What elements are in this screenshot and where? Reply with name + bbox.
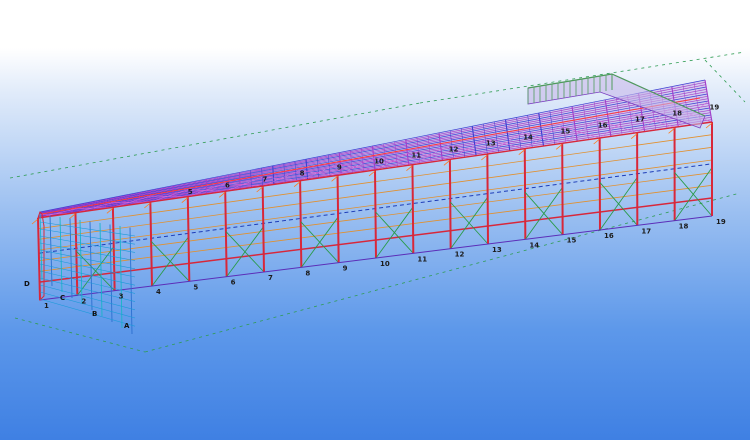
front-axis-label: 7 <box>268 274 273 282</box>
side-axis-label: A <box>124 322 130 330</box>
roof-axis-label: 14 <box>523 133 533 141</box>
front-axis-label: 16 <box>604 232 614 240</box>
roof-axis-label: 7 <box>262 176 267 184</box>
front-axis-label: 8 <box>305 269 310 277</box>
roof-axis-label: 13 <box>486 140 496 148</box>
roof-axis-label: 11 <box>411 152 421 160</box>
roof-axis-label: 18 <box>672 109 682 117</box>
front-axis-label: 2 <box>81 297 86 305</box>
model-viewport[interactable]: 1 2 3 4 5 6 7 8 9 10 11 12 13 14 15 16 17 18 19 5 6 7 8 9 10 11 1… <box>0 0 750 440</box>
structure-group <box>31 73 713 335</box>
roof-axis-label: 9 <box>337 164 342 172</box>
front-axis-label: 3 <box>119 293 124 301</box>
roof-axis-label: 17 <box>635 115 645 123</box>
front-axis-label: 12 <box>455 251 465 259</box>
roof-axis-label: 12 <box>449 146 459 154</box>
roof-ridge <box>41 97 701 215</box>
front-axis-label: 18 <box>679 223 689 231</box>
steel-frame-model: 12345678910111213141516171819 5678910111… <box>9 51 746 353</box>
front-axis-label: 11 <box>417 255 427 263</box>
front-axis-label: 17 <box>641 227 651 235</box>
roof-axis-label: 8 <box>300 170 305 178</box>
side-axis-label: D <box>24 280 30 288</box>
front-axis-label: 10 <box>380 260 390 268</box>
front-axis-label: 4 <box>156 288 161 296</box>
side-axis-label: B <box>92 310 97 318</box>
front-axis-label: 6 <box>231 279 236 287</box>
front-axis-label: 15 <box>567 237 577 245</box>
roof-axis-label: 10 <box>374 158 384 166</box>
roof-axis-label: 16 <box>598 121 608 129</box>
roof-axis-label: 15 <box>560 127 570 135</box>
front-axis-label: 19 <box>716 218 726 226</box>
front-axis-labels: 12345678910111213141516171819 <box>44 218 726 310</box>
roof-axis-label: 5 <box>188 188 193 196</box>
roof-axis-label: 6 <box>225 182 230 190</box>
front-axis-label: 1 <box>44 302 49 310</box>
front-axis-label: 9 <box>343 265 348 273</box>
front-axis-label: 14 <box>529 241 539 249</box>
front-axis-label: 13 <box>492 246 502 254</box>
roof-axis-label: 19 <box>710 103 720 111</box>
side-axis-label: C <box>60 294 65 302</box>
front-axis-label: 5 <box>193 283 198 291</box>
left-gable-wall <box>37 211 136 335</box>
